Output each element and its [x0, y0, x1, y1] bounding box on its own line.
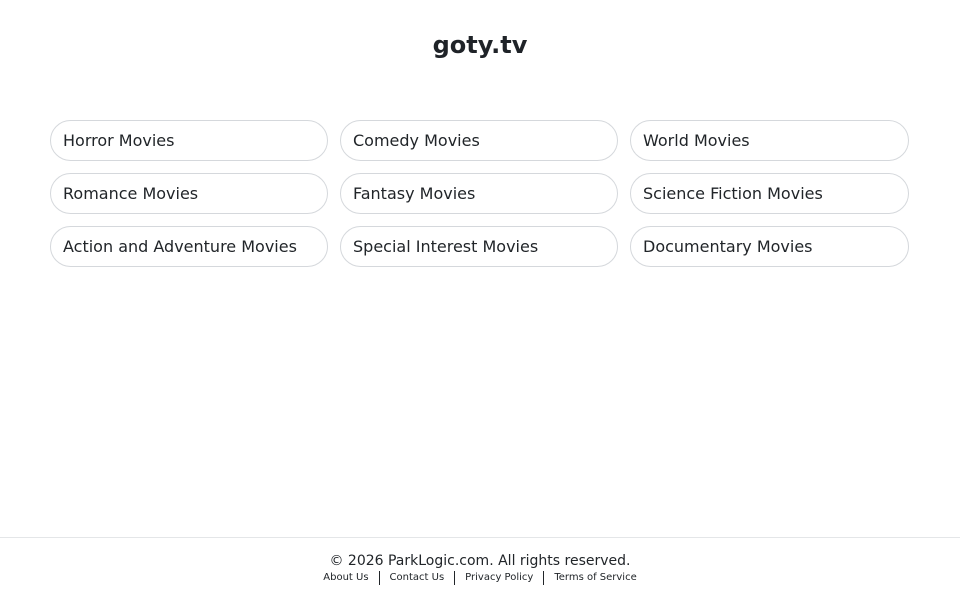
category-link-fantasy[interactable]: Fantasy Movies	[340, 173, 618, 214]
category-link-special-interest[interactable]: Special Interest Movies	[340, 226, 618, 267]
footer-link-privacy-policy[interactable]: Privacy Policy	[455, 570, 543, 586]
category-link-science-fiction[interactable]: Science Fiction Movies	[630, 173, 909, 214]
footer-link-about-us[interactable]: About Us	[313, 570, 378, 586]
category-grid: Horror Movies Comedy Movies World Movies…	[50, 120, 910, 267]
category-link-comedy[interactable]: Comedy Movies	[340, 120, 618, 161]
site-title: goty.tv	[432, 31, 528, 59]
footer-link-terms-of-service[interactable]: Terms of Service	[544, 570, 646, 586]
footer-links: About Us Contact Us Privacy Policy Terms…	[0, 570, 960, 586]
category-link-action-adventure[interactable]: Action and Adventure Movies	[50, 226, 328, 267]
category-link-romance[interactable]: Romance Movies	[50, 173, 328, 214]
copyright-text: © 2026 ParkLogic.com. All rights reserve…	[329, 553, 631, 569]
footer-link-contact-us[interactable]: Contact Us	[380, 570, 455, 586]
footer: © 2026 ParkLogic.com. All rights reserve…	[0, 537, 960, 600]
category-link-documentary[interactable]: Documentary Movies	[630, 226, 909, 267]
page: goty.tv Horror Movies Comedy Movies Worl…	[0, 0, 960, 600]
category-link-world[interactable]: World Movies	[630, 120, 909, 161]
category-link-horror[interactable]: Horror Movies	[50, 120, 328, 161]
